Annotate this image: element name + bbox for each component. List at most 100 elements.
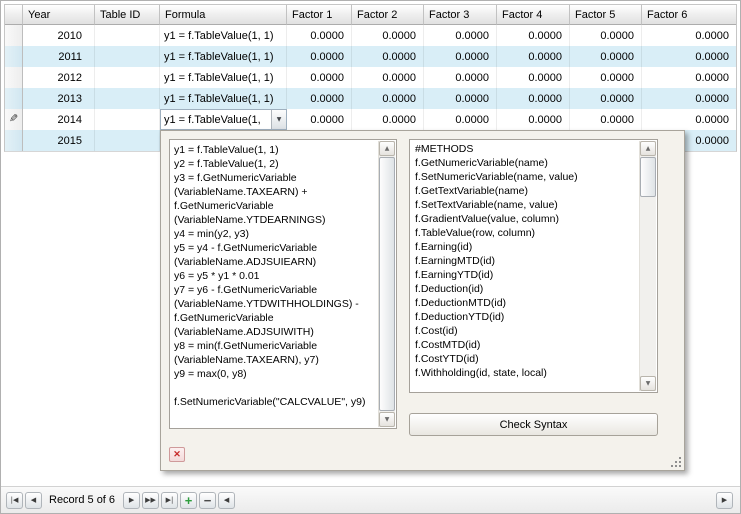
method-list-item[interactable]: f.Deduction(id) <box>411 282 638 296</box>
nav-append-button[interactable]: + <box>180 492 197 509</box>
col-header-factor-1[interactable]: Factor 1 <box>287 5 352 25</box>
nav-cancel-edit-button[interactable]: ◀ <box>218 492 235 509</box>
row-indicator[interactable] <box>5 88 23 109</box>
factor-4-cell[interactable]: 0.0000 <box>497 67 570 88</box>
table-id-cell[interactable] <box>95 67 160 88</box>
col-header-factor-2[interactable]: Factor 2 <box>352 5 424 25</box>
factor-5-cell[interactable]: 0.0000 <box>570 67 642 88</box>
factor-6-cell[interactable]: 0.0000 <box>642 67 736 88</box>
scroll-up-button[interactable]: ▲ <box>640 141 656 156</box>
col-header-factor-3[interactable]: Factor 3 <box>424 5 497 25</box>
formula-cell[interactable]: y1 = f.TableValue(1, 1) <box>160 67 287 88</box>
factor-6-cell[interactable]: 0.0000 <box>642 46 736 67</box>
row-indicator[interactable] <box>5 25 23 46</box>
col-header-factor-4[interactable]: Factor 4 <box>497 5 570 25</box>
year-cell[interactable]: 2015 <box>23 130 95 151</box>
dropdown-button[interactable]: ▼ <box>271 110 286 129</box>
factor-2-cell[interactable]: 0.0000 <box>352 88 424 109</box>
formula-cell[interactable]: y1 = f.TableValue(1, 1) <box>160 46 287 67</box>
nav-next-page-button[interactable]: ▶▶ <box>142 492 159 509</box>
formula-text-input[interactable]: y1 = f.TableValue(1, 1) y2 = f.TableValu… <box>174 143 376 425</box>
nav-prev-button[interactable]: ◀ <box>25 492 42 509</box>
method-list-item[interactable]: f.Cost(id) <box>411 324 638 338</box>
factor-1-cell[interactable]: 0.0000 <box>287 109 352 130</box>
method-list-item[interactable]: f.TableValue(row, column) <box>411 226 638 240</box>
factor-6-cell[interactable]: 0.0000 <box>642 25 736 46</box>
nav-next-button[interactable]: ▶ <box>123 492 140 509</box>
method-list-item[interactable]: f.EarningMTD(id) <box>411 254 638 268</box>
method-list-item[interactable]: f.GradientValue(value, column) <box>411 212 638 226</box>
method-list-item[interactable]: f.DeductionMTD(id) <box>411 296 638 310</box>
factor-2-cell[interactable]: 0.0000 <box>352 109 424 130</box>
factor-3-cell[interactable]: 0.0000 <box>424 25 497 46</box>
factor-3-cell[interactable]: 0.0000 <box>424 88 497 109</box>
col-header-table-id[interactable]: Table ID <box>95 5 160 25</box>
factor-5-cell[interactable]: 0.0000 <box>570 25 642 46</box>
col-header-year[interactable]: Year <box>23 5 95 25</box>
method-list-item[interactable]: #METHODS <box>411 142 638 156</box>
scroll-up-button[interactable]: ▲ <box>379 141 395 156</box>
memo-scrollbar[interactable]: ▲ ▼ <box>378 141 395 427</box>
nav-delete-button[interactable]: − <box>199 492 216 509</box>
year-cell[interactable]: 2011 <box>23 46 95 67</box>
factor-5-cell[interactable]: 0.0000 <box>570 46 642 67</box>
method-list-item[interactable]: f.SetNumericVariable(name, value) <box>411 170 638 184</box>
close-editor-button[interactable]: ✕ <box>169 447 185 462</box>
check-syntax-button[interactable]: Check Syntax <box>409 413 658 436</box>
method-list-item[interactable]: f.Withholding(id, state, local) <box>411 366 638 380</box>
scroll-right-button[interactable]: ▶ <box>716 492 733 509</box>
nav-last-button[interactable]: ▶| <box>161 492 178 509</box>
formula-memo[interactable]: y1 = f.TableValue(1, 1) y2 = f.TableValu… <box>169 139 397 429</box>
method-list-item[interactable]: f.SetTextVariable(name, value) <box>411 198 638 212</box>
table-id-cell[interactable] <box>95 46 160 67</box>
factor-1-cell[interactable]: 0.0000 <box>287 67 352 88</box>
method-list-item[interactable]: f.GetTextVariable(name) <box>411 184 638 198</box>
year-cell[interactable]: 2014 <box>23 109 95 130</box>
factor-3-cell[interactable]: 0.0000 <box>424 46 497 67</box>
nav-first-button[interactable]: |◀ <box>6 492 23 509</box>
scroll-down-button[interactable]: ▼ <box>379 412 395 427</box>
resize-grip[interactable] <box>670 456 682 468</box>
factor-6-cell[interactable]: 0.0000 <box>642 88 736 109</box>
col-header-formula[interactable]: Formula <box>160 5 287 25</box>
scrollbar-thumb[interactable] <box>379 157 395 411</box>
factor-2-cell[interactable]: 0.0000 <box>352 25 424 46</box>
formula-editor-cell[interactable]: y1 = f.TableValue(1, ▼ <box>160 109 287 130</box>
factor-2-cell[interactable]: 0.0000 <box>352 46 424 67</box>
row-indicator[interactable]: ✎ <box>5 109 23 130</box>
table-id-cell[interactable] <box>95 88 160 109</box>
table-id-cell[interactable] <box>95 25 160 46</box>
method-list-item[interactable]: f.EarningYTD(id) <box>411 268 638 282</box>
factor-1-cell[interactable]: 0.0000 <box>287 46 352 67</box>
factor-4-cell[interactable]: 0.0000 <box>497 25 570 46</box>
factor-2-cell[interactable]: 0.0000 <box>352 67 424 88</box>
methods-scrollbar[interactable]: ▲ ▼ <box>639 141 656 391</box>
method-list-item[interactable]: f.Earning(id) <box>411 240 638 254</box>
row-indicator[interactable] <box>5 130 23 151</box>
factor-4-cell[interactable]: 0.0000 <box>497 109 570 130</box>
factor-3-cell[interactable]: 0.0000 <box>424 67 497 88</box>
row-indicator[interactable] <box>5 46 23 67</box>
factor-5-cell[interactable]: 0.0000 <box>570 109 642 130</box>
table-id-cell[interactable] <box>95 130 160 151</box>
method-list-item[interactable]: f.DeductionYTD(id) <box>411 310 638 324</box>
factor-1-cell[interactable]: 0.0000 <box>287 25 352 46</box>
formula-cell[interactable]: y1 = f.TableValue(1, 1) <box>160 25 287 46</box>
factor-6-cell[interactable]: 0.0000 <box>642 109 736 130</box>
row-indicator[interactable] <box>5 67 23 88</box>
year-cell[interactable]: 2012 <box>23 67 95 88</box>
year-cell[interactable]: 2013 <box>23 88 95 109</box>
scrollbar-thumb[interactable] <box>640 157 656 197</box>
col-header-factor-6[interactable]: Factor 6 <box>642 5 736 25</box>
method-list-item[interactable]: f.CostYTD(id) <box>411 352 638 366</box>
formula-cell[interactable]: y1 = f.TableValue(1, 1) <box>160 88 287 109</box>
factor-4-cell[interactable]: 0.0000 <box>497 46 570 67</box>
factor-1-cell[interactable]: 0.0000 <box>287 88 352 109</box>
scroll-down-button[interactable]: ▼ <box>640 376 656 391</box>
method-list-item[interactable]: f.CostMTD(id) <box>411 338 638 352</box>
factor-4-cell[interactable]: 0.0000 <box>497 88 570 109</box>
factor-5-cell[interactable]: 0.0000 <box>570 88 642 109</box>
method-list-item[interactable]: f.GetNumericVariable(name) <box>411 156 638 170</box>
year-cell[interactable]: 2010 <box>23 25 95 46</box>
table-id-cell[interactable] <box>95 109 160 130</box>
